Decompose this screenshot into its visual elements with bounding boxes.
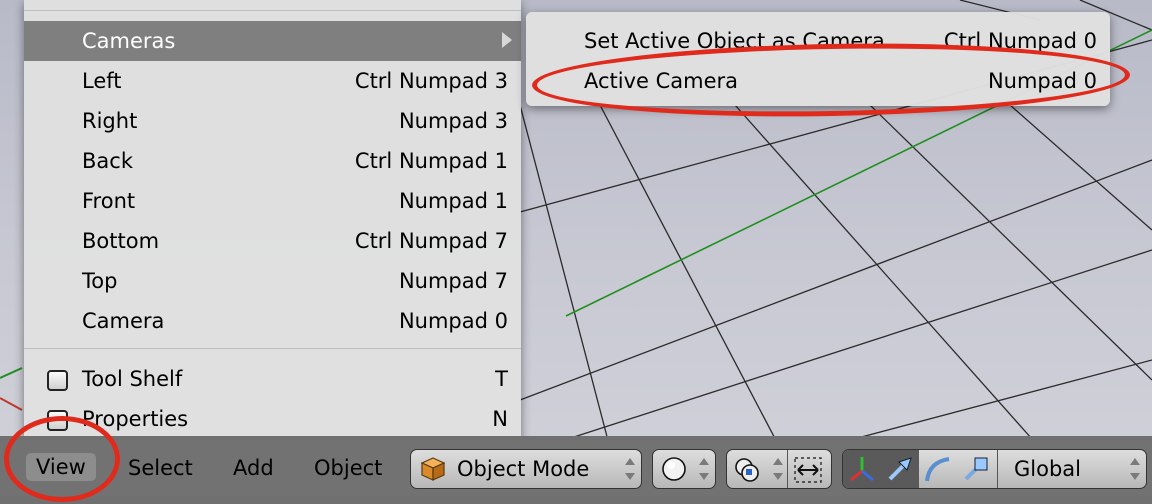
chevron-right-icon: [502, 32, 512, 48]
menu-item-label: Right: [82, 109, 138, 133]
spinner-icon: [699, 456, 709, 482]
sphere-icon: [662, 457, 686, 481]
menu-item-label: Front: [82, 189, 136, 213]
header-menu-select[interactable]: Select: [128, 456, 193, 480]
snap-toggle[interactable]: [787, 450, 831, 488]
menu-item-shortcut: Ctrl Numpad 1: [354, 149, 508, 173]
menu-item-cameras[interactable]: Cameras: [24, 21, 521, 61]
pivot-snap-group: [726, 449, 832, 489]
menu-separator: [24, 348, 521, 349]
pivot-selector[interactable]: [727, 450, 788, 488]
snap-icon: [794, 457, 822, 483]
menu-item-back[interactable]: Back Ctrl Numpad 1: [24, 141, 521, 181]
menu-separator: [24, 10, 521, 11]
menu-item-shortcut: Numpad 0: [398, 309, 508, 333]
translate-arrow-icon: [888, 457, 912, 481]
menu-item-camera[interactable]: Camera Numpad 0: [24, 301, 521, 341]
menu-item-label: Top: [82, 269, 118, 293]
axes-icon: [850, 457, 874, 482]
menu-item-label: Tool Shelf: [82, 367, 183, 391]
pivot-icon: [735, 458, 759, 482]
orientation-label: Global: [1014, 457, 1081, 481]
menu-item-shortcut: T: [495, 367, 508, 391]
menu-item-shortcut: Numpad 7: [398, 269, 508, 293]
shading-selector[interactable]: [652, 449, 716, 489]
scale-icon: [964, 457, 988, 481]
mode-label: Object Mode: [457, 457, 590, 481]
rotate-toggle[interactable]: [919, 450, 957, 488]
menu-item-label: Camera: [82, 309, 165, 333]
menu-item-right[interactable]: Right Numpad 3: [24, 101, 521, 141]
header-bar: View Select Add Object Object Mode Globa…: [0, 440, 1152, 496]
manipulator-toggle[interactable]: [843, 450, 881, 488]
menu-item-label: Back: [82, 149, 133, 173]
spinner-icon: [1130, 456, 1140, 482]
menu-item-tool-shelf[interactable]: Tool Shelf T: [24, 359, 521, 399]
annotation-circle: [4, 416, 120, 502]
translate-toggle[interactable]: [881, 450, 919, 488]
mode-selector[interactable]: Object Mode: [410, 449, 642, 489]
menu-item-bottom[interactable]: Bottom Ctrl Numpad 7: [24, 221, 521, 261]
menu-item-label: Bottom: [82, 229, 160, 253]
menu-item-label: Cameras: [82, 29, 176, 53]
view-menu: Cameras Left Ctrl Numpad 3 Right Numpad …: [24, 0, 521, 443]
cube-icon: [420, 457, 446, 481]
checkbox-icon[interactable]: [47, 370, 68, 391]
spinner-icon: [773, 456, 783, 482]
menu-item-label: Left: [82, 69, 122, 93]
manipulator-group: Global: [842, 449, 1147, 489]
menu-item-shortcut: Numpad 1: [398, 189, 508, 213]
menu-item-left[interactable]: Left Ctrl Numpad 3: [24, 61, 521, 101]
orientation-selector[interactable]: Global: [998, 450, 1146, 488]
scale-toggle[interactable]: [957, 450, 998, 488]
header-menu-object[interactable]: Object: [314, 456, 382, 480]
menu-item-shortcut: Ctrl Numpad 7: [354, 229, 508, 253]
menu-item-top[interactable]: Top Numpad 7: [24, 261, 521, 301]
rotate-icon: [925, 457, 950, 482]
menu-item-shortcut: N: [492, 407, 508, 431]
menu-item-shortcut: Ctrl Numpad 3: [354, 69, 508, 93]
header-menu-add[interactable]: Add: [233, 456, 274, 480]
3d-view-header: View Select Add Object Object Mode Globa…: [0, 436, 1152, 504]
spinner-icon: [625, 456, 635, 482]
menu-item-shortcut: Numpad 3: [398, 109, 508, 133]
menu-item-front[interactable]: Front Numpad 1: [24, 181, 521, 221]
